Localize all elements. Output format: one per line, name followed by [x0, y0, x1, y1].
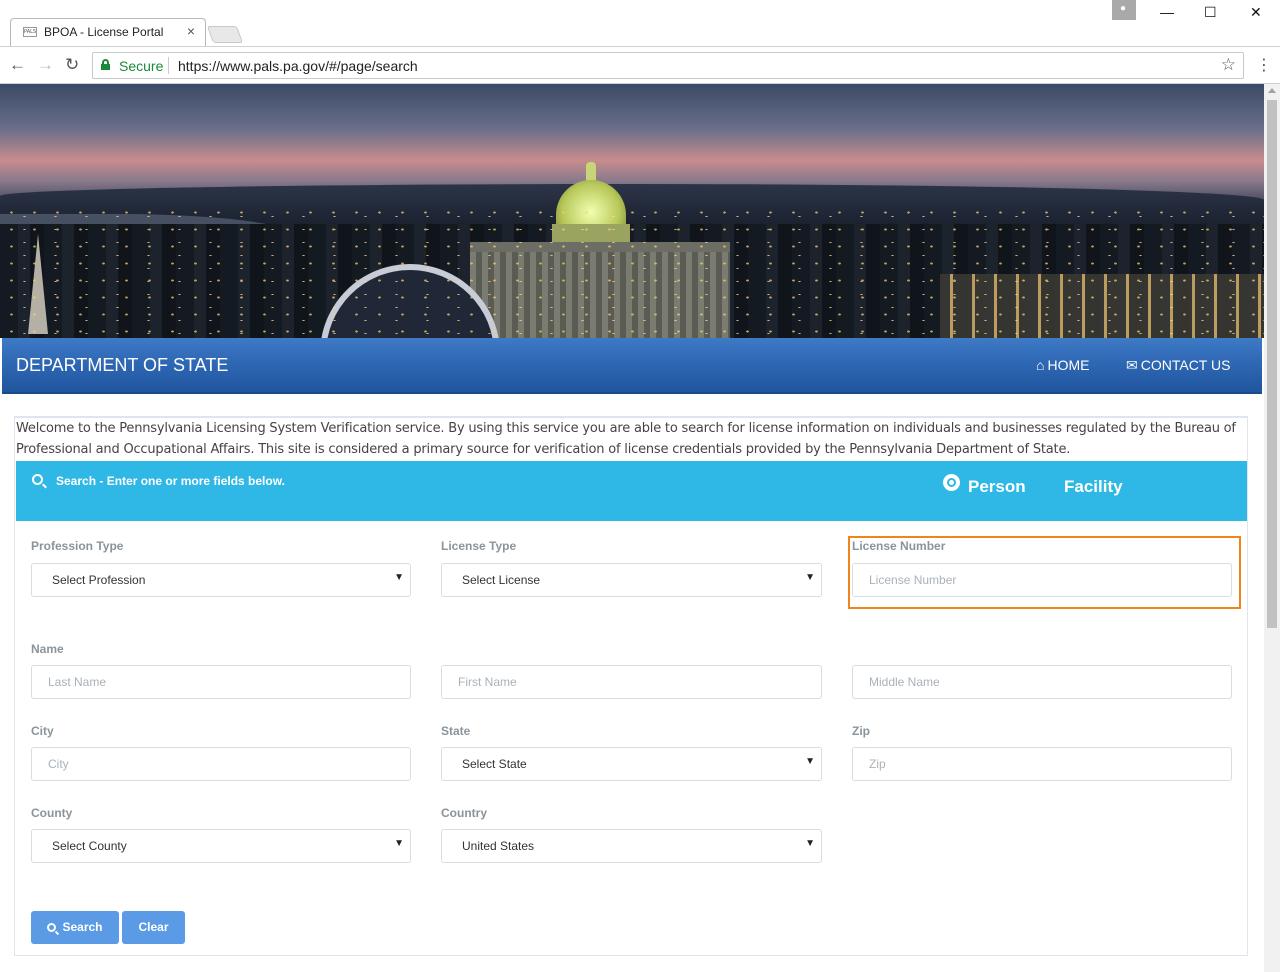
- tab-title: BPOA - License Portal: [44, 25, 164, 39]
- browser-toolbar: ← → ↻ Secure https://www.pals.pa.gov/#/p…: [0, 46, 1280, 84]
- envelope-icon: ✉: [1126, 357, 1138, 373]
- zip-label: Zip: [852, 724, 870, 738]
- profile-button[interactable]: ●: [1112, 0, 1136, 20]
- person-icon: ●: [1120, 3, 1127, 14]
- search-icon: [47, 923, 57, 932]
- license-type-select[interactable]: Select License ▼: [441, 563, 822, 597]
- back-arrow-icon[interactable]: ←: [9, 55, 26, 75]
- license-number-input[interactable]: License Number: [852, 563, 1232, 597]
- country-select[interactable]: United States ▼: [441, 829, 822, 863]
- city-label: City: [31, 724, 54, 738]
- search-icon: [32, 474, 43, 485]
- secure-label: Secure: [119, 58, 164, 74]
- chevron-down-icon: ▼: [394, 572, 404, 583]
- omnibox-separator: [168, 57, 169, 74]
- tab-favicon: PALS: [23, 27, 37, 37]
- license-type-label: License Type: [441, 539, 517, 553]
- welcome-text: Welcome to the Pennsylvania Licensing Sy…: [16, 421, 1236, 457]
- chevron-down-icon: ▼: [805, 756, 815, 767]
- home-icon: ⌂: [1036, 357, 1045, 373]
- scroll-up-arrow-icon[interactable]: [1268, 88, 1276, 93]
- zip-input[interactable]: Zip: [852, 747, 1232, 781]
- maximize-button[interactable]: ☐: [1204, 4, 1217, 21]
- url-text[interactable]: https://www.pals.pa.gov/#/page/search: [178, 58, 418, 74]
- browser-menu-icon[interactable]: ⋮: [1256, 55, 1272, 75]
- lock-icon: [101, 59, 110, 70]
- license-number-label: License Number: [852, 539, 946, 553]
- bookmark-star-icon[interactable]: ☆: [1221, 55, 1236, 75]
- nav-contact-link[interactable]: ✉ CONTACT US: [1126, 357, 1230, 374]
- clear-button[interactable]: Clear: [122, 911, 185, 944]
- middle-name-input[interactable]: Middle Name: [852, 665, 1232, 699]
- hero-city-image: [0, 84, 1264, 338]
- tab-close-icon[interactable]: ×: [187, 23, 195, 39]
- nav-home-link[interactable]: ⌂ HOME: [1036, 357, 1089, 373]
- window-close-button[interactable]: ✕: [1250, 4, 1262, 21]
- forward-arrow-icon[interactable]: →: [37, 55, 54, 75]
- county-label: County: [31, 806, 73, 820]
- scrollbar-thumb[interactable]: [1267, 100, 1277, 628]
- profession-type-label: Profession Type: [31, 539, 124, 553]
- name-label: Name: [31, 642, 64, 656]
- page-scrollbar[interactable]: [1264, 84, 1280, 972]
- department-title: DEPARTMENT OF STATE: [16, 355, 229, 375]
- search-button[interactable]: Search: [31, 911, 119, 944]
- address-bar[interactable]: Secure https://www.pals.pa.gov/#/page/se…: [92, 52, 1244, 79]
- browser-tab[interactable]: PALS BPOA - License Portal ×: [10, 18, 206, 46]
- last-name-input[interactable]: Last Name: [31, 665, 411, 699]
- first-name-input[interactable]: First Name: [441, 665, 822, 699]
- new-tab-button[interactable]: [206, 26, 244, 43]
- search-header-bar: Search - Enter one or more fields below.…: [16, 461, 1247, 521]
- chevron-down-icon: ▼: [394, 838, 404, 849]
- chevron-down-icon: ▼: [805, 572, 815, 583]
- search-instructions: Search - Enter one or more fields below.: [56, 474, 285, 488]
- country-label: Country: [441, 806, 487, 820]
- county-select[interactable]: Select County ▼: [31, 829, 411, 863]
- facility-option-label[interactable]: Facility: [1064, 477, 1123, 497]
- minimize-button[interactable]: —: [1160, 4, 1174, 20]
- department-header: DEPARTMENT OF STATE ⌂ HOME ✉ CONTACT US: [2, 338, 1262, 394]
- state-select[interactable]: Select State ▼: [441, 747, 822, 781]
- reload-icon[interactable]: ↻: [65, 55, 79, 75]
- person-radio[interactable]: [943, 474, 960, 491]
- page-viewport: DEPARTMENT OF STATE ⌂ HOME ✉ CONTACT US We…: [0, 84, 1264, 972]
- chevron-down-icon: ▼: [805, 838, 815, 849]
- profession-type-select[interactable]: Select Profession ▼: [31, 563, 411, 597]
- browser-titlebar: PALS BPOA - License Portal × ● — ☐ ✕: [0, 0, 1280, 46]
- state-label: State: [441, 724, 471, 738]
- city-input[interactable]: City: [31, 747, 411, 781]
- person-option-label[interactable]: Person: [968, 477, 1026, 497]
